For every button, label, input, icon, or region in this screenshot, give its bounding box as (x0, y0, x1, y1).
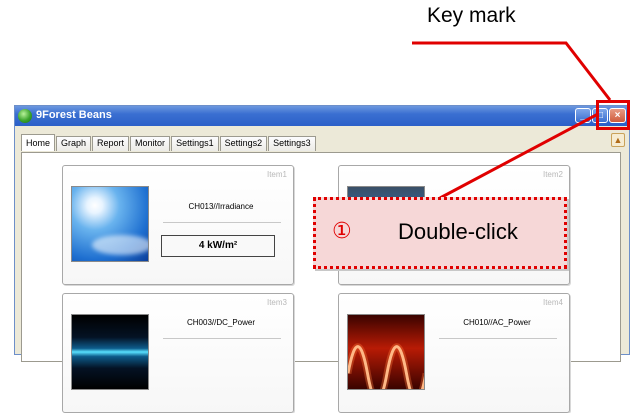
divider (163, 222, 281, 223)
title-bar[interactable]: 9Forest Beans _ □ × (15, 106, 629, 126)
tab-monitor[interactable]: Monitor (130, 136, 171, 151)
channel-name: CH003//DC_Power (186, 318, 256, 327)
item-card-3[interactable]: Item3 CH003//DC_Power (62, 293, 294, 413)
double-click-callout: ① Double-click (313, 197, 567, 269)
irradiance-thumbnail-icon (71, 186, 149, 262)
measurement-value: 4 kW/m² (161, 235, 275, 257)
tab-home[interactable]: Home (21, 134, 56, 151)
channel-name: CH010//AC_Power (463, 318, 531, 327)
app-logo-icon (18, 109, 32, 123)
tab-settings1[interactable]: Settings1 (171, 136, 219, 151)
window-title: 9Forest Beans (36, 109, 112, 121)
tab-bar: Home Graph Report Monitor Settings1 Sett… (21, 134, 317, 152)
dc-power-thumbnail-icon (71, 314, 149, 390)
step-instruction: Double-click (398, 219, 518, 244)
sine-wave-icon (348, 343, 424, 389)
tab-graph[interactable]: Graph (56, 136, 92, 151)
item-label: Item3 (266, 298, 287, 307)
tab-settings3[interactable]: Settings3 (268, 136, 316, 151)
step-number: ① (332, 218, 352, 243)
key-mark-leader-line (412, 41, 612, 101)
minimize-button[interactable]: _ (575, 108, 591, 123)
item-label: Item1 (266, 170, 287, 179)
key-mark-highlight (596, 100, 630, 130)
channel-name: CH013//Irradiance (188, 202, 254, 211)
item-label: Item4 (542, 298, 563, 307)
tab-settings2[interactable]: Settings2 (219, 136, 268, 151)
item-card-1[interactable]: Item1 CH013//Irradiance 4 kW/m² (62, 165, 294, 285)
tab-report[interactable]: Report (92, 136, 130, 151)
ac-power-thumbnail-icon (347, 314, 425, 390)
item-label: Item2 (542, 170, 563, 179)
divider (439, 338, 557, 339)
item-card-4[interactable]: Item4 CH010//AC_Power (338, 293, 570, 413)
tab-scroll-button[interactable]: ▲ (611, 133, 625, 147)
divider (163, 338, 281, 339)
key-mark-label: Key mark (427, 4, 516, 27)
